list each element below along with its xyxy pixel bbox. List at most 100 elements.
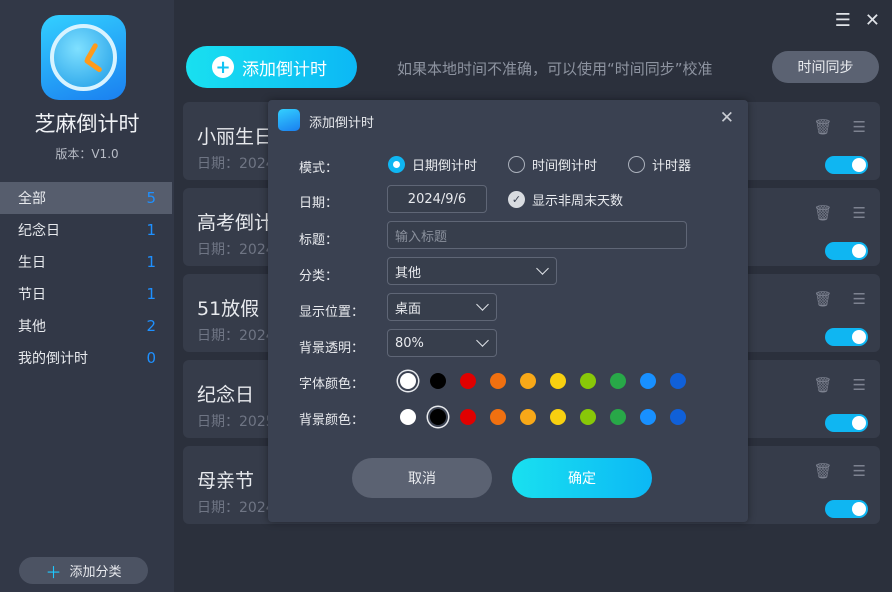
dialog-title: 添加倒计时 — [309, 116, 375, 131]
label: 时间倒计时 — [532, 159, 598, 174]
chevron-down-icon — [476, 334, 489, 347]
card-date: 日期：2024 — [197, 242, 275, 258]
value: 80% — [395, 335, 424, 351]
category-list: 全部 5 纪念日 1 生日 1 节日 1 其他 2 我的倒计时 0 — [0, 182, 172, 374]
color-swatch[interactable] — [543, 406, 573, 428]
label: 全部 — [18, 191, 46, 207]
color-swatch[interactable] — [603, 406, 633, 428]
label: 显示非周末天数 — [532, 194, 624, 209]
date-label: 日期： — [299, 196, 339, 211]
color-swatch[interactable] — [573, 370, 603, 392]
radio-timer[interactable]: 计时器 — [628, 155, 691, 174]
enable-toggle[interactable] — [825, 156, 868, 174]
settings-sliders-icon[interactable]: ☰ — [853, 118, 866, 136]
color-swatch[interactable] — [453, 370, 483, 392]
trash-icon[interactable]: 🗑 — [814, 118, 833, 136]
sidebar-item-other[interactable]: 其他 2 — [0, 310, 172, 342]
card-title: 51放假 — [197, 298, 260, 320]
close-icon[interactable]: ✕ — [865, 10, 880, 31]
card-date: 日期：2024 — [197, 156, 275, 172]
close-icon[interactable]: ✕ — [720, 108, 734, 128]
card-title: 纪念日 — [197, 384, 255, 406]
enable-toggle[interactable] — [825, 414, 868, 432]
settings-sliders-icon[interactable]: ☰ — [853, 376, 866, 394]
radio-date-countdown[interactable]: 日期倒计时 — [388, 155, 477, 174]
settings-sliders-icon[interactable]: ☰ — [853, 204, 866, 222]
bg-color-swatches — [393, 406, 693, 428]
app-version: 版本：V1.0 — [55, 147, 119, 161]
show-nonweekend-checkbox[interactable]: ✓ 显示非周末天数 — [508, 190, 623, 209]
sidebar: 芝麻倒计时 版本：V1.0 全部 5 纪念日 1 生日 1 节日 1 其他 2 我的倒计时… — [0, 0, 174, 592]
value: 其他 — [395, 265, 422, 281]
settings-sliders-icon[interactable]: ☰ — [853, 290, 866, 308]
color-swatch[interactable] — [663, 370, 693, 392]
app-clock-icon — [278, 109, 300, 131]
sidebar-item-holiday[interactable]: 节日 1 — [0, 278, 172, 310]
category-select[interactable]: 其他 — [387, 257, 557, 285]
opacity-select[interactable]: 80% — [387, 329, 497, 357]
date-input[interactable]: 2024/9/6 — [387, 185, 487, 213]
label: 我的倒计时 — [18, 351, 88, 367]
cancel-button[interactable]: 取消 — [352, 458, 492, 498]
time-sync-button[interactable]: 时间同步 — [772, 51, 879, 83]
app-logo-clock-icon — [41, 15, 126, 100]
label: 计时器 — [652, 159, 692, 174]
confirm-button[interactable]: 确定 — [512, 458, 652, 498]
label: 节日 — [18, 287, 46, 303]
mode-label: 模式： — [299, 161, 339, 176]
color-swatch[interactable] — [633, 370, 663, 392]
title-input[interactable]: 输入标题 — [387, 221, 687, 249]
color-swatch[interactable] — [483, 406, 513, 428]
add-countdown-button[interactable]: + 添加倒计时 — [186, 46, 357, 88]
label: 纪念日 — [18, 223, 60, 239]
color-swatch[interactable] — [663, 406, 693, 428]
radio-icon — [628, 156, 645, 173]
count: 1 — [146, 253, 156, 271]
trash-icon[interactable]: 🗑 — [814, 204, 833, 222]
color-swatch[interactable] — [573, 406, 603, 428]
sidebar-item-mine[interactable]: 我的倒计时 0 — [0, 342, 172, 374]
radio-time-countdown[interactable]: 时间倒计时 — [508, 155, 597, 174]
color-swatch[interactable] — [453, 406, 483, 428]
opacity-label: 背景透明： — [299, 341, 365, 356]
count: 1 — [146, 221, 156, 239]
label: 日期倒计时 — [412, 159, 478, 174]
sidebar-item-all[interactable]: 全部 5 — [0, 182, 172, 214]
title-label: 标题： — [299, 233, 339, 248]
value: 桌面 — [395, 301, 422, 317]
label: 添加分类 — [69, 565, 122, 580]
trash-icon[interactable]: 🗑 — [814, 462, 833, 480]
color-swatch[interactable] — [603, 370, 633, 392]
color-swatch[interactable] — [423, 406, 453, 428]
color-swatch[interactable] — [633, 406, 663, 428]
position-label: 显示位置： — [299, 305, 365, 320]
radio-icon — [508, 156, 525, 173]
color-swatch[interactable] — [393, 406, 423, 428]
trash-icon[interactable]: 🗑 — [814, 376, 833, 394]
color-swatch[interactable] — [543, 370, 573, 392]
menu-icon[interactable]: ☰ — [835, 10, 851, 31]
label: 其他 — [18, 319, 46, 335]
add-category-button[interactable]: ＋ 添加分类 — [19, 557, 148, 584]
position-select[interactable]: 桌面 — [387, 293, 497, 321]
color-swatch[interactable] — [483, 370, 513, 392]
trash-icon[interactable]: 🗑 — [814, 290, 833, 308]
font-color-label: 字体颜色： — [299, 377, 365, 392]
window-controls: ☰ ✕ — [835, 10, 880, 31]
sidebar-item-anniversary[interactable]: 纪念日 1 — [0, 214, 172, 246]
settings-sliders-icon[interactable]: ☰ — [853, 462, 866, 480]
card-date: 日期：2025 — [197, 414, 275, 430]
add-countdown-dialog: 添加倒计时 ✕ 模式： 日期倒计时 时间倒计时 计时器 日期： 2024/9/6… — [268, 100, 748, 522]
enable-toggle[interactable] — [825, 242, 868, 260]
card-date: 日期：2024 — [197, 328, 275, 344]
color-swatch[interactable] — [513, 370, 543, 392]
count: 2 — [146, 317, 156, 335]
color-swatch[interactable] — [423, 370, 453, 392]
enable-toggle[interactable] — [825, 328, 868, 346]
enable-toggle[interactable] — [825, 500, 868, 518]
app-name: 芝麻倒计时 — [34, 112, 140, 136]
color-swatch[interactable] — [513, 406, 543, 428]
sidebar-item-birthday[interactable]: 生日 1 — [0, 246, 172, 278]
plus-icon: + — [212, 56, 234, 78]
color-swatch[interactable] — [393, 370, 423, 392]
